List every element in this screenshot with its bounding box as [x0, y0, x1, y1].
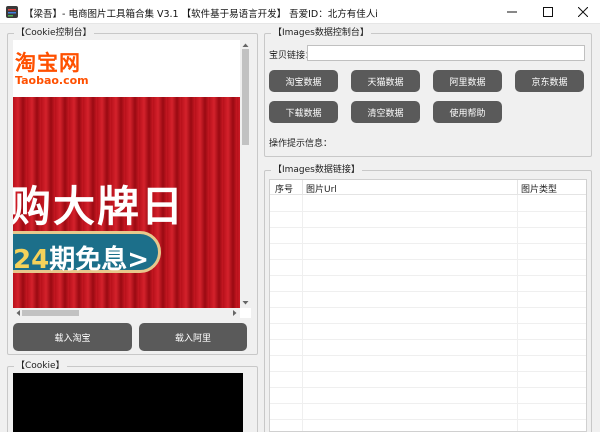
load-ali-button[interactable]: 载入阿里: [139, 323, 247, 351]
grid-line: [270, 291, 586, 292]
title-bar: 【梁吾】- 电商图片工具箱合集 V3.1 【软件基于易语言开发】 吾爱ID：北方…: [0, 0, 600, 24]
jd-data-button[interactable]: 京东数据: [515, 70, 584, 92]
cookie-console-title: 【Cookie控制台】: [14, 28, 94, 39]
scroll-right-icon: [233, 310, 237, 316]
grid-line: [270, 339, 586, 340]
taobao-logo[interactable]: 淘宝网 Taobao.com: [15, 52, 89, 87]
grid-line: [270, 259, 586, 260]
clear-data-button[interactable]: 清空数据: [351, 101, 420, 123]
hint-label: 操作提示信息：: [269, 139, 333, 149]
table-header: 序号 图片Url 图片类型: [270, 180, 586, 195]
minimize-icon: [507, 11, 517, 13]
column-header-index[interactable]: 序号: [275, 182, 293, 195]
browser-vertical-scrollbar[interactable]: [240, 40, 251, 308]
cookie-title: 【Cookie】: [14, 361, 67, 372]
column-header-url[interactable]: 图片Url: [306, 182, 337, 195]
ali-data-button[interactable]: 阿里数据: [433, 70, 502, 92]
browser-horizontal-scrollbar[interactable]: [13, 308, 240, 318]
grid-line: [302, 195, 303, 431]
maximize-icon: [543, 7, 553, 17]
scroll-down-icon: [242, 301, 249, 305]
banner-pill-text: 24期免息>: [13, 239, 149, 276]
images-links-title: 【Images数据链接】: [271, 165, 362, 176]
image-links-table[interactable]: 序号 图片Url 图片类型: [269, 179, 587, 432]
grid-line: [270, 403, 586, 404]
grid-line: [270, 307, 586, 308]
grid-line: [270, 227, 586, 228]
embedded-browser[interactable]: 淘宝网 Taobao.com 购大牌日 24期免息>: [13, 40, 251, 318]
taobao-data-button[interactable]: 淘宝数据: [269, 70, 338, 92]
grid-line: [270, 211, 586, 212]
close-button[interactable]: [566, 0, 600, 24]
column-header-type[interactable]: 图片类型: [521, 182, 557, 195]
banner-number: 24: [13, 245, 50, 275]
grid-line: [270, 419, 586, 420]
cookie-display[interactable]: [13, 373, 243, 432]
images-console-title: 【Images数据控制台】: [271, 28, 371, 39]
product-link-input[interactable]: [307, 45, 585, 61]
taobao-logo-en: Taobao.com: [15, 74, 89, 87]
horizontal-scroll-thumb[interactable]: [22, 310, 79, 316]
download-data-button[interactable]: 下载数据: [269, 101, 338, 123]
maximize-button[interactable]: [531, 0, 565, 24]
app-icon: [6, 6, 18, 18]
column-divider[interactable]: [302, 180, 303, 195]
grid-line: [270, 371, 586, 372]
grid-line: [270, 243, 586, 244]
taobao-logo-cn: 淘宝网: [15, 51, 81, 75]
grid-line: [270, 387, 586, 388]
grid-line: [270, 355, 586, 356]
promo-banner[interactable]: 购大牌日 24期免息>: [13, 97, 242, 308]
grid-line: [270, 275, 586, 276]
grid-line: [270, 323, 586, 324]
column-divider[interactable]: [517, 180, 518, 195]
banner-tail: 期免息>: [49, 245, 149, 275]
banner-headline: 购大牌日: [13, 182, 186, 231]
scroll-up-icon: [242, 43, 249, 47]
grid-line: [517, 195, 518, 431]
vertical-scroll-thumb[interactable]: [242, 49, 249, 145]
scroll-left-icon: [16, 310, 20, 316]
help-button[interactable]: 使用帮助: [433, 101, 502, 123]
close-icon: [578, 7, 588, 17]
load-taobao-button[interactable]: 载入淘宝: [13, 323, 132, 351]
minimize-button[interactable]: [495, 0, 529, 24]
tmall-data-button[interactable]: 天猫数据: [351, 70, 420, 92]
window-title: 【梁吾】- 电商图片工具箱合集 V3.1 【软件基于易语言开发】 吾爱ID：北方…: [24, 9, 378, 20]
